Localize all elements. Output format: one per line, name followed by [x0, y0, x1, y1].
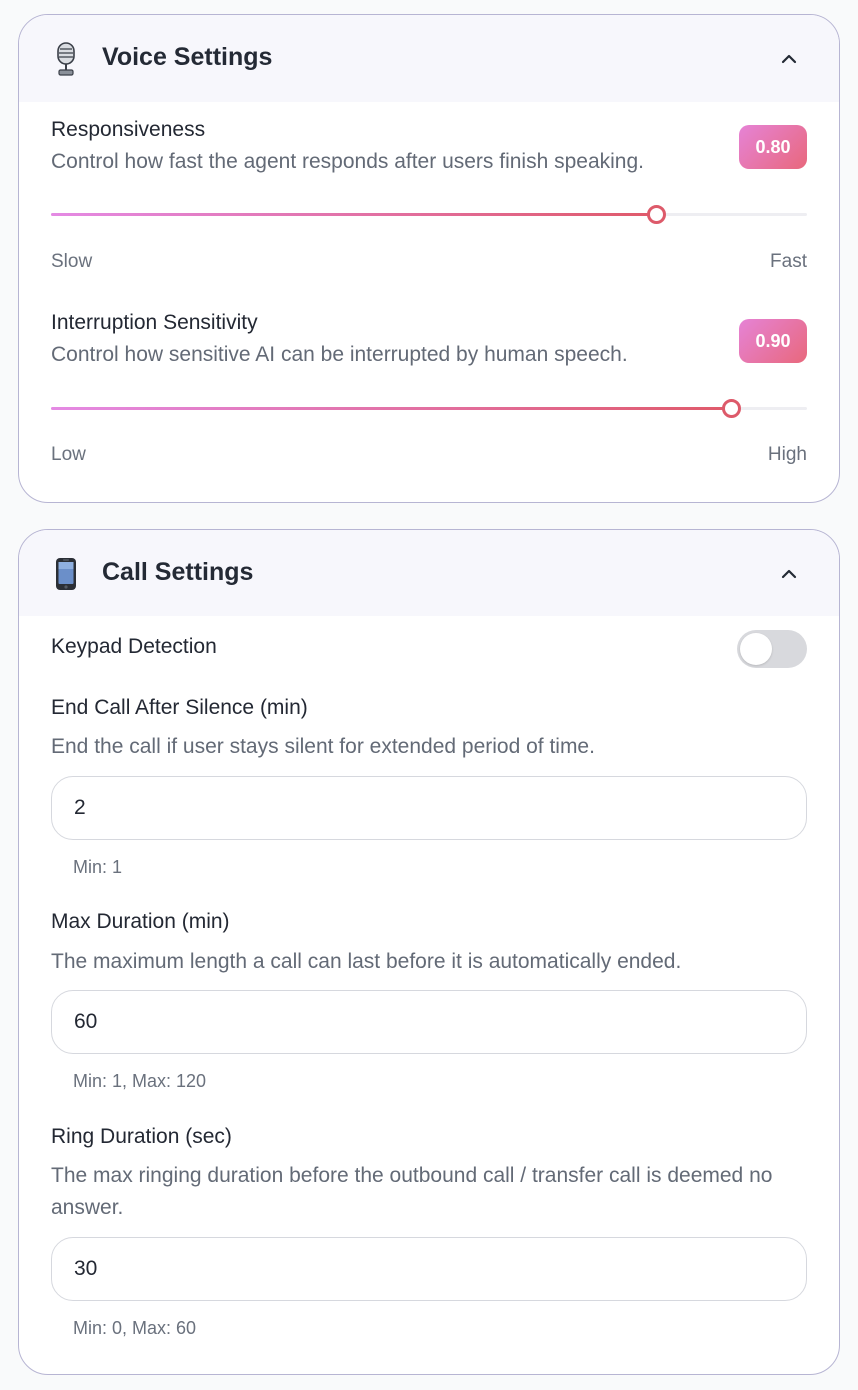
ring-duration-description: The max ringing duration before the outb… — [51, 1164, 773, 1219]
microphone-icon — [51, 42, 81, 76]
responsiveness-slider[interactable] — [51, 205, 807, 224]
interruption-sensitivity-slider[interactable] — [51, 399, 807, 418]
max-duration-hint: Min: 1, Max: 120 — [73, 1071, 207, 1091]
max-duration-input[interactable] — [51, 990, 807, 1054]
interruption-sensitivity-max-label: High — [767, 444, 807, 465]
voice-settings-header[interactable]: Voice Settings — [19, 15, 839, 102]
keypad-detection-label: Keypad Detection — [51, 635, 217, 658]
ring-duration-input[interactable] — [51, 1237, 807, 1301]
responsiveness-slider-fill — [51, 213, 656, 216]
interruption-sensitivity-description: Control how sensitive AI can be interrup… — [51, 343, 628, 366]
ring-duration-label: Ring Duration (sec) — [51, 1125, 232, 1148]
interruption-sensitivity-slider-thumb[interactable] — [722, 399, 742, 418]
interruption-sensitivity-slider-fill — [51, 407, 732, 410]
ring-duration-hint: Min: 0, Max: 60 — [73, 1318, 197, 1338]
end-call-after-silence-input[interactable] — [51, 776, 807, 840]
voice-settings-card: Voice Settings Responsiveness Control ho… — [18, 14, 840, 503]
max-duration-label: Max Duration (min) — [51, 910, 230, 933]
call-settings-header[interactable]: Call Settings — [19, 530, 839, 616]
responsiveness-value-badge: 0.80 — [739, 125, 807, 169]
call-settings-card: Call Settings Keypad Detection End Call … — [18, 529, 840, 1375]
end-call-after-silence-description: End the call if user stays silent for ex… — [51, 735, 595, 758]
voice-settings-title: Voice Settings — [102, 43, 273, 71]
end-call-after-silence-hint: Min: 1 — [73, 857, 123, 877]
toggle-knob — [740, 633, 772, 665]
interruption-sensitivity-value-badge: 0.90 — [739, 319, 807, 363]
mobile-phone-icon — [51, 557, 81, 591]
responsiveness-slider-thumb[interactable] — [646, 205, 666, 224]
interruption-sensitivity-label: Interruption Sensitivity — [51, 311, 258, 334]
chevron-up-icon[interactable] — [777, 47, 801, 71]
responsiveness-min-label: Slow — [51, 251, 93, 272]
responsiveness-description: Control how fast the agent responds afte… — [51, 150, 645, 173]
interruption-sensitivity-min-label: Low — [51, 444, 86, 465]
chevron-up-icon[interactable] — [777, 562, 801, 586]
responsiveness-max-label: Fast — [770, 251, 807, 272]
keypad-detection-toggle[interactable] — [737, 630, 807, 668]
responsiveness-label: Responsiveness — [51, 118, 206, 141]
max-duration-description: The maximum length a call can last befor… — [51, 950, 682, 973]
end-call-after-silence-label: End Call After Silence (min) — [51, 696, 308, 719]
call-settings-title: Call Settings — [102, 558, 254, 586]
